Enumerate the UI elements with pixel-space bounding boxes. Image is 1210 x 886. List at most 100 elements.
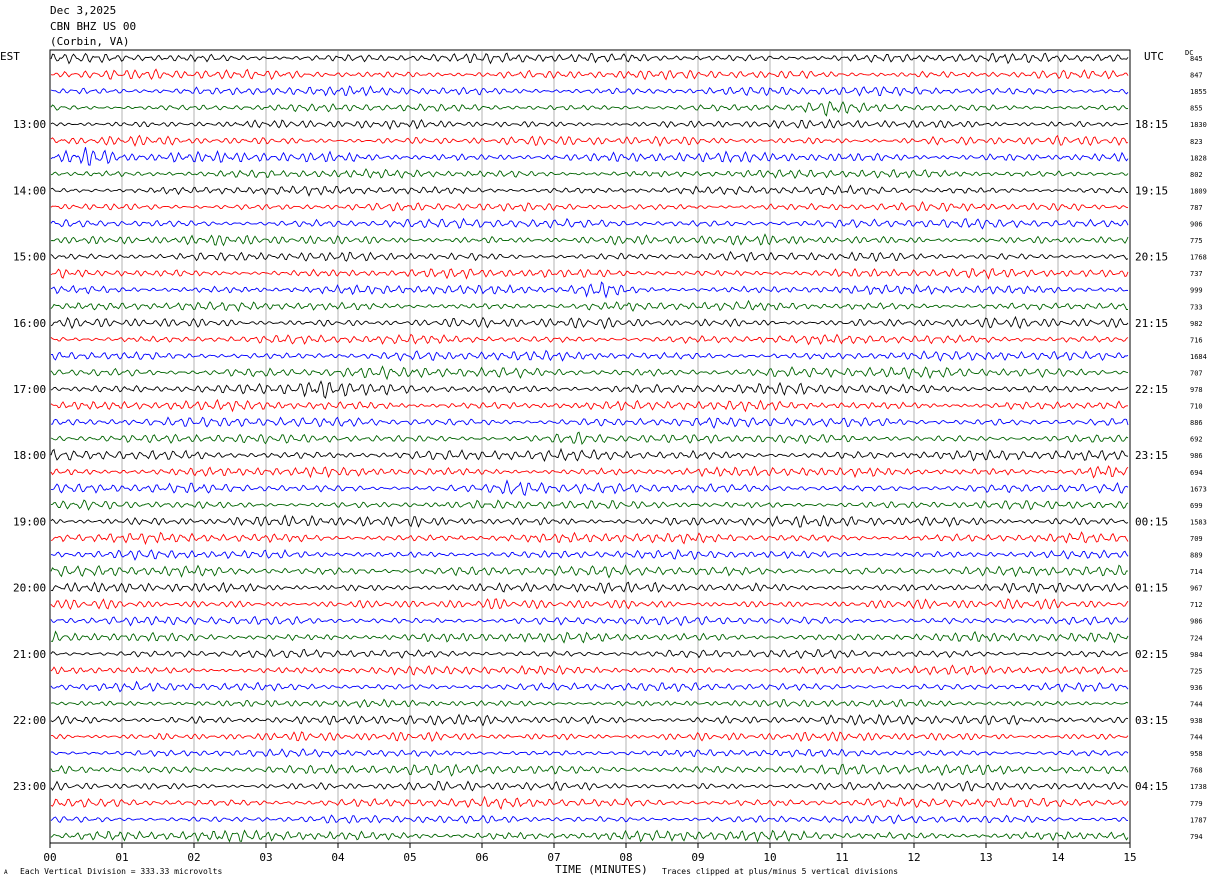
trace-row-5 (50, 134, 1129, 147)
dc-offset-label: 1830 (1190, 121, 1207, 129)
trace-row-2 (50, 85, 1129, 97)
trace-row-35 (50, 630, 1129, 644)
dc-offset-label: 1583 (1190, 518, 1207, 526)
trace-row-31 (50, 564, 1129, 579)
dc-offset-label: 710 (1190, 403, 1203, 411)
est-hour-label: 21:00 (13, 648, 46, 661)
dc-offset-label: 889 (1190, 552, 1203, 560)
x-tick-label: 05 (403, 851, 416, 864)
trace-row-37 (50, 664, 1129, 676)
dc-offset-label: 787 (1190, 204, 1203, 212)
trace-row-46 (50, 814, 1129, 825)
dc-offset-label: 768 (1190, 767, 1203, 775)
utc-hour-label: 22:15 (1135, 383, 1168, 396)
dc-offset-label: 724 (1190, 634, 1203, 642)
dc-offset-label: 1828 (1190, 154, 1207, 162)
x-tick-label: 04 (331, 851, 345, 864)
dc-offset-label: 1809 (1190, 187, 1207, 195)
trace-row-6 (50, 147, 1129, 166)
scale-note: Each Vertical Division = 333.33 microvol… (20, 867, 223, 876)
dc-offset-label: 958 (1190, 750, 1203, 758)
trace-row-1 (50, 68, 1129, 81)
trace-row-7 (50, 168, 1129, 179)
dc-offset-label: 733 (1190, 303, 1203, 311)
x-tick-label: 09 (691, 851, 704, 864)
trace-row-44 (50, 780, 1129, 792)
trace-row-45 (50, 795, 1129, 810)
trace-row-33 (50, 598, 1129, 610)
trace-row-26 (50, 479, 1129, 497)
dc-offset-label: 886 (1190, 419, 1203, 427)
dc-offset-label: 823 (1190, 138, 1203, 146)
x-tick-label: 11 (835, 851, 848, 864)
trace-row-10 (50, 217, 1129, 230)
trace-row-19 (50, 365, 1129, 381)
dc-offset-label: 775 (1190, 237, 1203, 245)
est-hour-label: 15:00 (13, 251, 46, 264)
est-hour-label: 14:00 (13, 184, 46, 197)
utc-hour-label: 04:15 (1135, 780, 1168, 793)
trace-row-23 (50, 431, 1129, 446)
dc-offset-label: 855 (1190, 105, 1203, 113)
dc-offset-label: 978 (1190, 386, 1203, 394)
trace-row-29 (50, 531, 1129, 546)
trace-row-13 (50, 267, 1129, 280)
utc-hour-label: 21:15 (1135, 317, 1168, 330)
trace-row-30 (50, 548, 1129, 561)
trace-row-21 (50, 398, 1128, 413)
utc-hour-label: 18:15 (1135, 118, 1168, 131)
dc-offset-label: 737 (1190, 270, 1203, 278)
trace-row-42 (50, 748, 1129, 758)
dc-offset-label: 938 (1190, 717, 1203, 725)
dc-offset-label: 845 (1190, 55, 1203, 63)
x-tick-label: 15 (1123, 851, 1136, 864)
dc-offset-label: 802 (1190, 171, 1203, 179)
est-hour-label: 17:00 (13, 383, 46, 396)
dc-offset-label: 716 (1190, 336, 1203, 344)
x-tick-label: 10 (763, 851, 776, 864)
trace-row-15 (50, 299, 1128, 313)
trace-row-38 (50, 680, 1129, 693)
est-hour-label: 18:00 (13, 449, 46, 462)
trace-row-12 (50, 250, 1129, 263)
trace-row-9 (50, 201, 1129, 213)
dc-offset-label: 906 (1190, 221, 1203, 229)
dc-offset-label: 794 (1190, 833, 1203, 841)
dc-offset-label: 694 (1190, 469, 1203, 477)
dc-offset-label: 1768 (1190, 254, 1207, 262)
trace-row-28 (50, 514, 1129, 528)
dc-offset-label: 709 (1190, 535, 1203, 543)
trace-row-17 (50, 333, 1129, 346)
trace-row-8 (50, 184, 1128, 197)
dc-offset-label: 699 (1190, 502, 1203, 510)
est-hour-label: 16:00 (13, 317, 46, 330)
trace-row-3 (50, 100, 1129, 117)
helicorder-plot: 00 01 02 03 04 05 06 07 08 09 10 11 12 13 14 1584584718… (13, 49, 1207, 864)
trace-row-43 (50, 763, 1129, 777)
dc-offset-label: 982 (1190, 320, 1203, 328)
dc-offset-label: 967 (1190, 585, 1203, 593)
dc-offset-label: 1855 (1190, 88, 1207, 96)
est-hour-label: 13:00 (13, 118, 46, 131)
trace-row-40 (50, 713, 1129, 727)
dc-offset-label: 986 (1190, 452, 1203, 460)
dc-offset-label: 986 (1190, 618, 1203, 626)
x-tick-label: 06 (475, 851, 488, 864)
trace-row-24 (50, 447, 1129, 462)
dc-offset-label: 1738 (1190, 783, 1207, 791)
dc-offset-label: 725 (1190, 667, 1203, 675)
est-hour-label: 23:00 (13, 780, 46, 793)
x-tick-label: 13 (979, 851, 992, 864)
x-tick-label: 00 (43, 851, 56, 864)
dc-offset-label: 1684 (1190, 353, 1207, 361)
trace-row-20 (50, 380, 1129, 399)
dc-offset-label: 999 (1190, 287, 1203, 295)
dc-offset-label: 779 (1190, 800, 1203, 808)
trace-row-14 (50, 281, 1129, 299)
trace-row-39 (50, 698, 1129, 709)
dc-offset-label: 707 (1190, 369, 1203, 377)
utc-hour-label: 23:15 (1135, 449, 1168, 462)
trace-row-25 (50, 465, 1129, 479)
dc-offset-label: 692 (1190, 436, 1203, 444)
utc-hour-label: 03:15 (1135, 714, 1168, 727)
